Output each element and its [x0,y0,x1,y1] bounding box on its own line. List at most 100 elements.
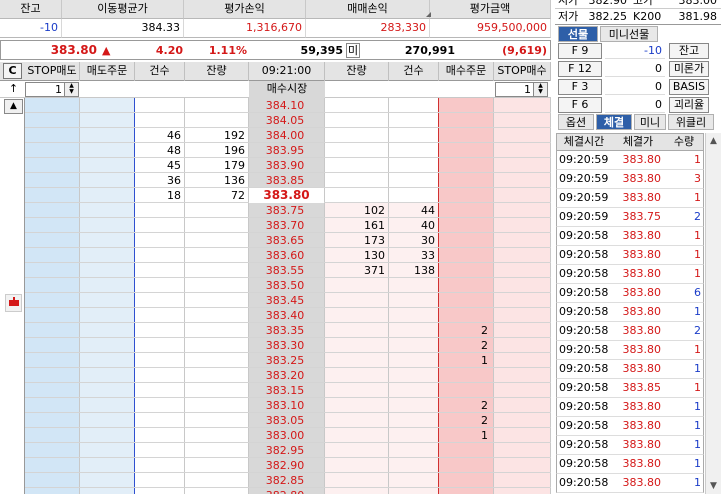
price-cell[interactable]: 383.25 [249,353,321,368]
buy-order-cell[interactable] [439,188,488,203]
trade-time: 09:20:58 [559,400,609,413]
price-cell[interactable]: 383.85 [249,173,321,188]
buy-order-cell[interactable] [439,383,488,398]
price-cell[interactable]: 383.60 [249,248,321,263]
buy-order-cell[interactable]: 2 [439,323,488,338]
buy-order-cell[interactable] [439,173,488,188]
buy-order-cell[interactable]: 1 [439,428,488,443]
tab-trades[interactable]: 체결 [596,114,632,130]
futures-side-button-2[interactable]: 미론가 [669,61,709,77]
stop-buy-qty-stepper[interactable]: 1 ▲ ▼ [495,82,548,97]
trade-time: 09:20:58 [559,305,609,318]
buy-order-cell[interactable]: 2 [439,338,488,353]
price-cell[interactable]: 384.05 [249,113,321,128]
price-cell[interactable]: 383.35 [249,323,321,338]
tab-futures[interactable]: 선물 [558,26,598,42]
trade-row: 09:20:59 383.80 1 [556,151,704,170]
price-cell[interactable]: 383.90 [249,158,321,173]
sell-count-cell [135,263,181,278]
buy-order-cell[interactable] [439,113,488,128]
trade-qty: 2 [694,324,701,337]
buy-order-cell[interactable]: 1 [439,353,488,368]
price-cell[interactable]: 382.95 [249,443,321,458]
sell-qty-cell [185,368,245,383]
price-cell[interactable]: 384.10 [249,98,321,113]
trades-scrollbar[interactable]: ▲ ▼ [705,133,721,494]
buy-order-cell[interactable] [439,263,488,278]
price-cell[interactable]: 383.50 [249,278,321,293]
price-cell[interactable]: 383.95 [249,143,321,158]
buy-order-cell[interactable] [439,203,488,218]
tab-mini[interactable]: 미니 [634,114,666,130]
price-cell[interactable]: 382.85 [249,473,321,488]
c-button[interactable]: C [3,63,22,79]
price-change: 4.20 [155,44,183,57]
trade-price: 383.80 [622,248,662,261]
buy-count-cell [389,143,435,158]
price-cell[interactable]: 382.80 [249,488,321,494]
header-buy-count: 건수 [389,62,439,81]
buy-count-cell [389,443,435,458]
trade-time: 09:20:58 [559,324,609,337]
summary-value-eval-amount: 959,500,000 [430,19,551,38]
buy-count-cell [389,323,435,338]
price-cell[interactable]: 383.15 [249,383,321,398]
scroll-up-icon[interactable]: ▲ [706,133,721,149]
trade-qty: 1 [694,343,701,356]
buy-order-cell[interactable]: 2 [439,413,488,428]
price-cell[interactable]: 383.20 [249,368,321,383]
scroll-top-button[interactable]: ▲ [4,99,23,114]
buy-order-cell[interactable] [439,458,488,473]
futures-key-1[interactable]: F 9 [558,43,602,59]
futures-side-button-1[interactable]: 잔고 [669,43,709,59]
tab-weekly[interactable]: 위클리 [668,114,714,130]
scroll-up-arrow[interactable]: ↑ [4,81,23,98]
price-cell[interactable]: 383.00 [249,428,321,443]
buy-order-cell[interactable] [439,308,488,323]
price-cell[interactable]: 383.40 [249,308,321,323]
price-cell[interactable]: 383.75 [249,203,321,218]
price-cell[interactable]: 382.90 [249,458,321,473]
buy-order-cell[interactable]: 2 [439,398,488,413]
buy-order-cell[interactable] [439,98,488,113]
stop-sell-qty-stepper[interactable]: 1 ▲ ▼ [25,82,79,97]
futures-key-2[interactable]: F 12 [558,61,602,77]
futures-key-4[interactable]: F 6 [558,97,602,113]
futures-key-3[interactable]: F 3 [558,79,602,95]
price-cell[interactable]: 383.05 [249,413,321,428]
buy-order-cell[interactable] [439,143,488,158]
price-cell[interactable]: 383.10 [249,398,321,413]
buy-order-cell[interactable] [439,248,488,263]
buy-qty-cell [325,293,385,308]
futures-side-button-3[interactable]: BASIS [669,79,709,95]
buy-qty-cell [325,368,385,383]
price-cell[interactable]: 383.45 [249,293,321,308]
trade-qty: 3 [694,172,701,185]
buy-order-cell[interactable] [439,158,488,173]
price-cell[interactable]: 383.55 [249,263,321,278]
buy-order-cell[interactable] [439,218,488,233]
tab-options[interactable]: 옵션 [558,114,594,130]
trade-row: 09:20:58 383.80 1 [556,303,704,322]
scroll-down-icon[interactable]: ▼ [706,478,721,494]
buy-order-cell[interactable] [439,443,488,458]
buy-order-cell[interactable] [439,488,488,494]
tab-mini-futures[interactable]: 미니선물 [600,26,658,42]
trade-row: 09:20:58 383.85 1 [556,379,704,398]
buy-order-cell[interactable] [439,233,488,248]
sell-qty-cell [185,233,245,248]
price-cell[interactable]: 383.30 [249,338,321,353]
buy-order-cell[interactable] [439,278,488,293]
futures-side-button-4[interactable]: 괴리율 [669,97,709,113]
buy-order-cell[interactable] [439,293,488,308]
buy-order-cell[interactable] [439,368,488,383]
trade-price: 383.80 [622,419,662,432]
buy-order-cell[interactable] [439,473,488,488]
header-sell-order: 매도주문 [80,62,135,81]
price-cell[interactable]: 383.70 [249,218,321,233]
current-price-cell[interactable]: 383.80 [249,188,324,203]
market-buy-button[interactable]: 매수시장 [249,81,325,98]
price-cell[interactable]: 384.00 [249,128,321,143]
price-cell[interactable]: 383.65 [249,233,321,248]
buy-order-cell[interactable] [439,128,488,143]
